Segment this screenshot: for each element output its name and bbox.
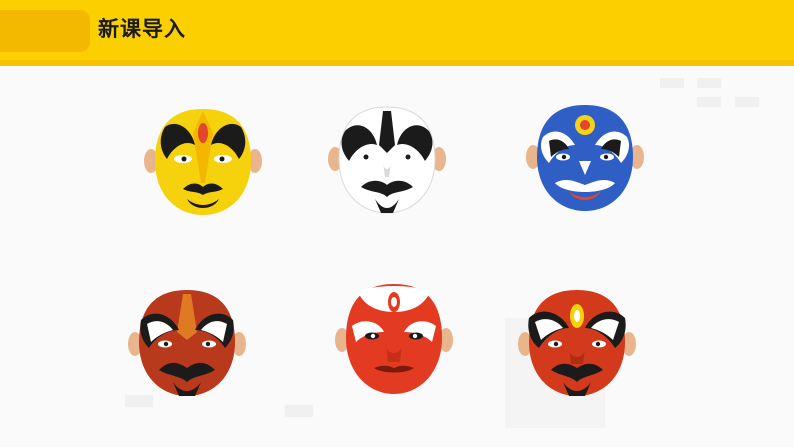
mask-blue-face	[525, 99, 645, 219]
background-block	[660, 78, 684, 88]
background-block	[697, 78, 721, 88]
page-title: 新课导入	[98, 17, 186, 41]
mask-red-black-face	[127, 286, 247, 406]
header-underline	[0, 60, 794, 66]
mask-white-face	[327, 101, 447, 221]
background-block	[735, 97, 759, 107]
mask-yellow-face	[143, 103, 263, 223]
background-block	[285, 405, 313, 417]
mask-red-face	[517, 286, 637, 406]
mask-red-white-face	[334, 280, 454, 400]
header-tab	[0, 10, 90, 52]
background-block	[697, 97, 721, 107]
